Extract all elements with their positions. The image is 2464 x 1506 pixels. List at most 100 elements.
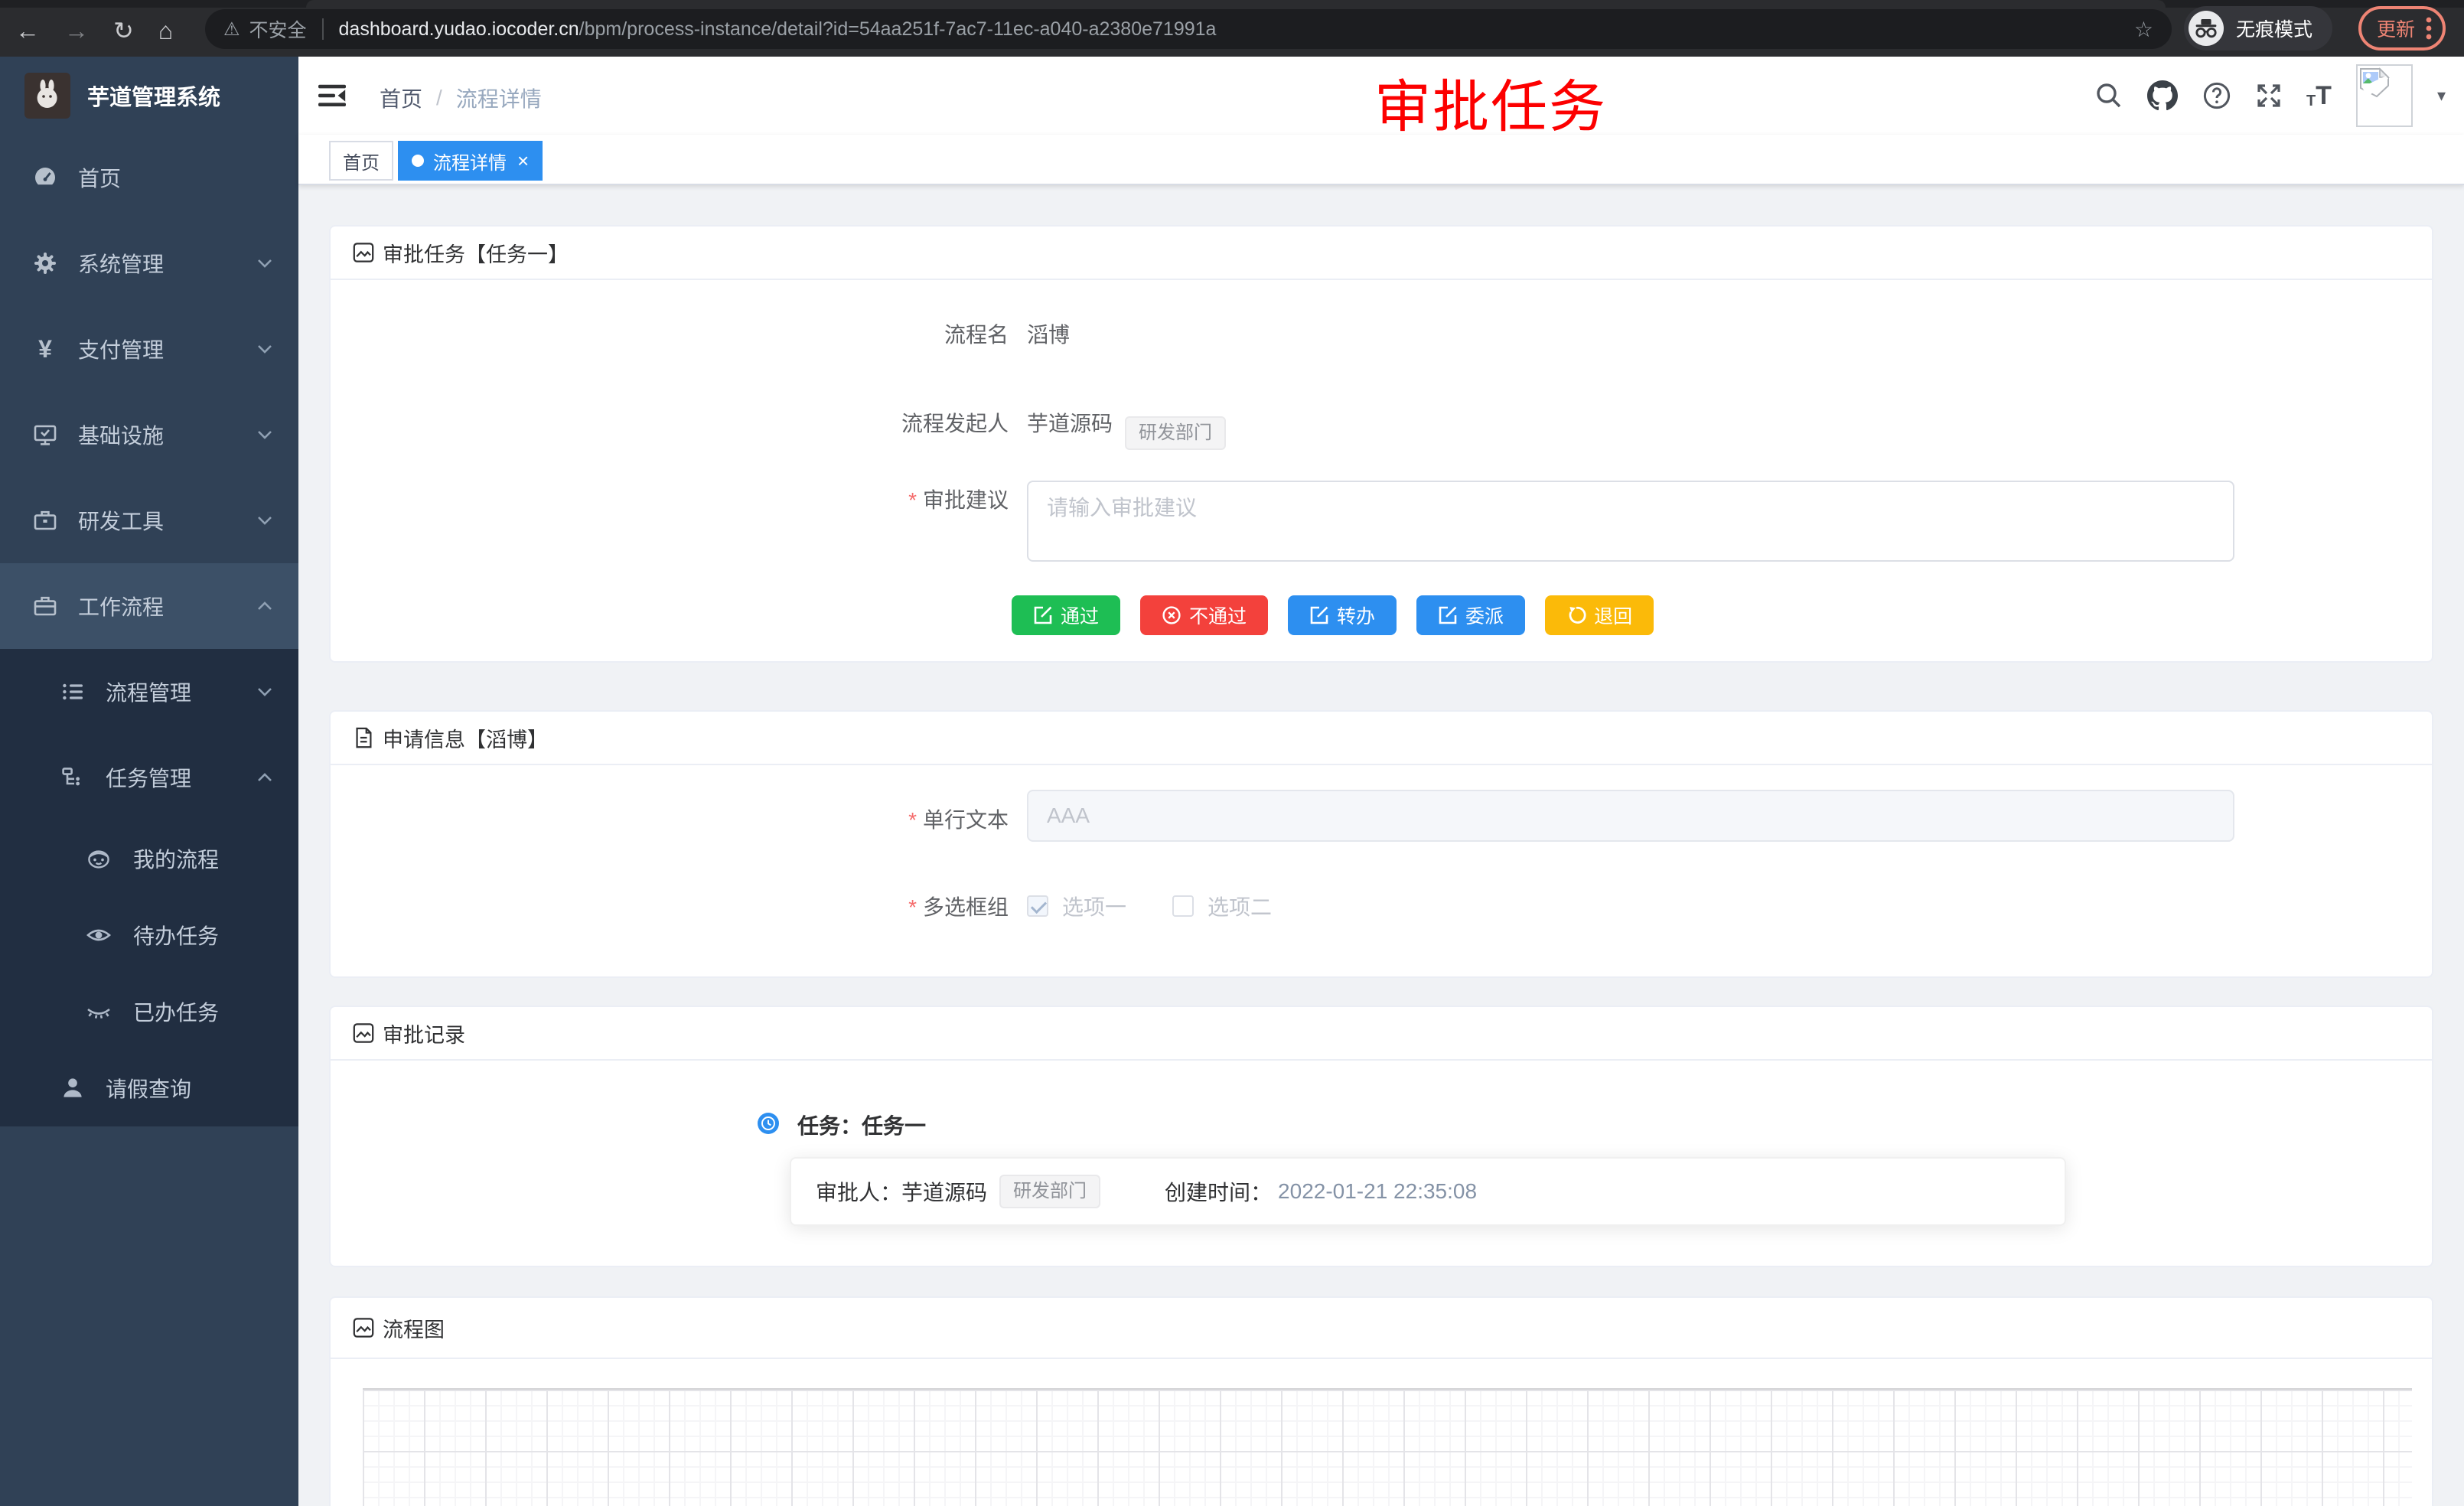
sidebar-item-infrastructure[interactable]: 基础设施: [0, 392, 298, 478]
eye-closed-icon: [86, 999, 112, 1025]
avatar[interactable]: [2356, 64, 2413, 127]
reload-icon[interactable]: ↻: [113, 18, 134, 43]
address-bar[interactable]: ⚠ 不安全 dashboard.yudao.iocoder.cn/bpm/pro…: [205, 9, 2172, 49]
sidebar-item-system[interactable]: 系统管理: [0, 220, 298, 306]
top-navbar: 首页 / 流程详情 审批任务 TT: [298, 57, 2464, 135]
tag-process-detail[interactable]: 流程详情 ×: [398, 141, 543, 181]
gear-icon: [32, 251, 58, 275]
breadcrumb-current: 流程详情: [456, 83, 542, 113]
fullscreen-icon[interactable]: [2256, 83, 2282, 109]
browser-menu-dots-icon[interactable]: [2426, 16, 2432, 41]
search-icon[interactable]: [2095, 82, 2123, 109]
sidebar-item-workflow[interactable]: 工作流程: [0, 563, 298, 649]
document-icon: [352, 726, 375, 749]
initiator-name: 芋道源码: [1027, 412, 1113, 435]
reject-button[interactable]: 不通过: [1140, 595, 1268, 635]
process-diagram-card: 流程图: [329, 1296, 2433, 1506]
tag-home[interactable]: 首页: [329, 141, 393, 181]
initiator-value: 芋道源码研发部门: [1027, 407, 1226, 450]
help-icon[interactable]: [2202, 81, 2231, 110]
github-icon[interactable]: [2147, 80, 2178, 111]
comment-label-text: 审批建议: [923, 488, 1009, 512]
picture-icon: [352, 1316, 375, 1339]
chevron-down-icon: [257, 430, 272, 439]
close-icon[interactable]: ×: [517, 151, 529, 171]
update-label: 更新: [2377, 15, 2415, 42]
tree-icon: [60, 765, 86, 790]
sidebar-item-done-tasks[interactable]: 已办任务: [0, 973, 298, 1050]
url-separator: [322, 18, 324, 40]
back-icon[interactable]: ←: [15, 18, 40, 43]
tags-view-bar: 首页 流程详情 ×: [298, 135, 2464, 185]
button-label: 转办: [1337, 601, 1375, 629]
url-path: /bpm/process-instance/detail?id=54aa251f…: [579, 18, 1217, 41]
dashboard-icon: [32, 165, 58, 190]
browser-active-tab[interactable]: [306, 0, 2166, 8]
apply-info-card: 申请信息【滔博】 *单行文本 *多选框组 选项一 选项二: [329, 710, 2433, 978]
checkbox-label: 选项二: [1208, 891, 1272, 921]
undo-icon: [1566, 605, 1586, 625]
list-icon: [60, 680, 86, 704]
approve-button[interactable]: 通过: [1012, 595, 1120, 635]
comment-textarea[interactable]: [1027, 481, 2234, 562]
return-button[interactable]: 退回: [1545, 595, 1654, 635]
breadcrumb-home[interactable]: 首页: [380, 83, 422, 113]
create-time-value: 2022-01-21 22:35:08: [1278, 1179, 1477, 1204]
font-size-icon[interactable]: TT: [2306, 83, 2332, 109]
timeline-clock-icon: [758, 1113, 779, 1134]
hamburger-icon[interactable]: [318, 84, 346, 107]
bookmark-star-icon[interactable]: ☆: [2134, 17, 2153, 42]
approval-actions: 通过 不通过 转办 委派 退回: [1012, 595, 1654, 635]
chevron-up-icon: [257, 773, 272, 782]
sidebar-item-task-mgmt[interactable]: 任务管理: [0, 735, 298, 820]
card-title: 流程图: [383, 1313, 445, 1343]
home-icon[interactable]: ⌂: [158, 18, 173, 43]
circle-close-icon: [1162, 605, 1181, 625]
monitor-icon: [32, 422, 58, 447]
sidebar-item-process-mgmt[interactable]: 流程管理: [0, 649, 298, 735]
sidebar-item-my-process[interactable]: 我的流程: [0, 820, 298, 897]
sidebar-item-label: 流程管理: [106, 676, 191, 707]
sidebar-item-label: 任务管理: [106, 762, 191, 793]
sidebar-item-payment[interactable]: ¥ 支付管理: [0, 306, 298, 392]
app-logo-row[interactable]: 芋道管理系统: [0, 57, 298, 135]
chevron-down-icon: [257, 687, 272, 696]
incognito-badge: 无痕模式: [2184, 6, 2332, 51]
sidebar-item-label: 请假查询: [106, 1073, 191, 1103]
avatar-caret-icon[interactable]: ▾: [2437, 86, 2446, 106]
tag-label: 首页: [343, 148, 380, 174]
sidebar-item-leave-query[interactable]: 请假查询: [0, 1050, 298, 1126]
browser-update-button[interactable]: 更新: [2358, 6, 2446, 51]
edit-icon: [1309, 605, 1329, 625]
chevron-down-icon: [257, 259, 272, 268]
approval-record-card: 审批记录 任务：任务一 审批人： 芋道源码 研发部门 创建时间： 2022-01…: [329, 1006, 2433, 1267]
button-label: 通过: [1061, 601, 1099, 629]
not-secure-label[interactable]: 不安全: [249, 15, 307, 43]
forward-icon[interactable]: →: [64, 18, 89, 43]
checkbox-group-label-text: 多选框组: [923, 895, 1009, 919]
bpmn-canvas[interactable]: [363, 1388, 2412, 1506]
checkbox-unchecked-icon: [1172, 895, 1194, 917]
chevron-up-icon: [257, 601, 272, 611]
sidebar-item-todo-tasks[interactable]: 待办任务: [0, 897, 298, 973]
checkbox-group-label: *多选框组: [764, 891, 1009, 921]
app-logo: [24, 73, 70, 119]
card-title: 申请信息【滔博】: [383, 723, 548, 753]
sidebar-item-dev-tools[interactable]: 研发工具: [0, 478, 298, 563]
picture-icon: [352, 241, 375, 264]
required-asterisk: *: [908, 895, 917, 919]
sidebar-item-label: 首页: [78, 162, 121, 193]
transfer-button[interactable]: 转办: [1288, 595, 1397, 635]
checkbox-checked-icon: [1027, 895, 1048, 917]
font-size-small-letter: T: [2306, 93, 2316, 109]
eye-open-icon: [86, 922, 112, 948]
workflow-submenu: 流程管理 任务管理 我的流程 待办任务: [0, 649, 298, 1126]
text-field-label: *单行文本: [764, 804, 1009, 834]
toolbox-icon: [32, 508, 58, 533]
sidebar: 芋道管理系统 首页 系统管理 ¥ 支付管理 基础设施: [0, 57, 298, 1506]
delegate-button[interactable]: 委派: [1416, 595, 1525, 635]
font-size-big-letter: T: [2316, 83, 2332, 109]
create-time-label: 创建时间：: [1165, 1176, 1272, 1207]
sidebar-item-home[interactable]: 首页: [0, 135, 298, 220]
timeline-task-title: 任务：任务一: [797, 1110, 926, 1140]
